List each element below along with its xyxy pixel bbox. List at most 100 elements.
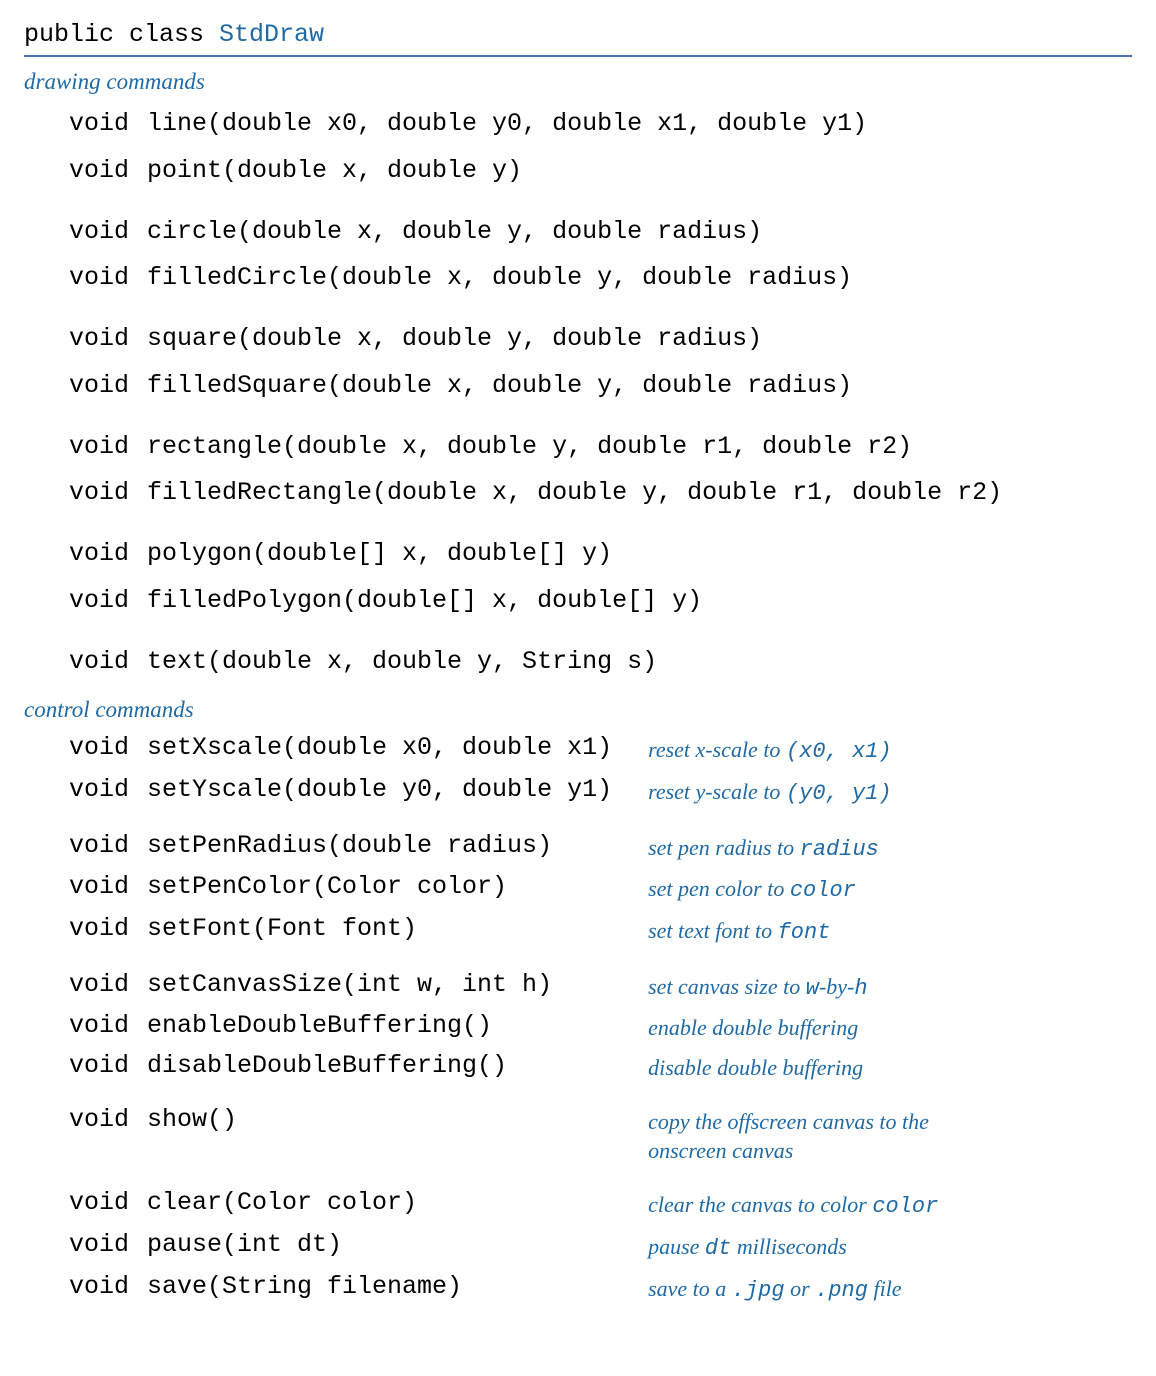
method-signature: setFont(Font font) bbox=[147, 914, 417, 943]
method-signature: point(double x, double y) bbox=[147, 152, 522, 191]
method-signature: save(String filename) bbox=[147, 1272, 462, 1301]
inline-code: font bbox=[778, 920, 831, 945]
return-type: void bbox=[24, 733, 147, 762]
method-description: copy the offscreen canvas to the onscree… bbox=[612, 1101, 978, 1170]
return-type: void bbox=[24, 775, 147, 804]
method-description: disable double buffering bbox=[612, 1047, 978, 1087]
inline-code: dt bbox=[705, 1236, 731, 1261]
section-label-drawing: drawing commands bbox=[24, 69, 1132, 95]
method-row: voidline(double x0, double y0, double x1… bbox=[24, 101, 1132, 148]
method-description: reset x-scale to (x0, x1) bbox=[612, 729, 978, 771]
method-signature: setXscale(double x0, double x1) bbox=[147, 733, 612, 762]
return-type: void bbox=[24, 1188, 147, 1217]
return-type: void bbox=[24, 1011, 147, 1040]
method-signature: filledSquare(double x, double y, double … bbox=[147, 367, 852, 406]
method-signature: disableDoubleBuffering() bbox=[147, 1051, 507, 1080]
method-signature: filledPolygon(double[] x, double[] y) bbox=[147, 582, 702, 621]
gap-row bbox=[24, 813, 1132, 827]
inline-code: h bbox=[854, 976, 867, 1001]
method-description: clear the canvas to color color bbox=[612, 1184, 978, 1226]
return-type: void bbox=[24, 474, 147, 513]
method-row: voidsquare(double x, double y, double ra… bbox=[24, 316, 1132, 363]
method-row: voidpause(int dt) bbox=[24, 1226, 612, 1268]
inline-code: .jpg bbox=[732, 1278, 785, 1303]
method-signature: square(double x, double y, double radius… bbox=[147, 320, 762, 359]
return-type: void bbox=[24, 1230, 147, 1259]
method-row: voidsetPenColor(Color color) bbox=[24, 868, 612, 910]
class-name: StdDraw bbox=[219, 20, 324, 49]
method-signature: setPenColor(Color color) bbox=[147, 872, 507, 901]
method-signature: filledRectangle(double x, double y, doub… bbox=[147, 474, 1002, 513]
method-description: enable double buffering bbox=[612, 1007, 978, 1047]
gap-row bbox=[24, 302, 1132, 316]
inline-code: (x0, x1) bbox=[786, 739, 892, 764]
control-commands-list: voidsetXscale(double x0, double x1)reset… bbox=[24, 729, 1132, 1309]
class-keyword: public class bbox=[24, 20, 219, 49]
method-description: save to a .jpg or .png file bbox=[612, 1268, 978, 1310]
method-signature: setYscale(double y0, double y1) bbox=[147, 775, 612, 804]
method-row: voidsetXscale(double x0, double x1) bbox=[24, 729, 612, 771]
method-signature: polygon(double[] x, double[] y) bbox=[147, 535, 612, 574]
method-row: voiddisableDoubleBuffering() bbox=[24, 1047, 612, 1087]
method-signature: line(double x0, double y0, double x1, do… bbox=[147, 105, 867, 144]
method-signature: rectangle(double x, double y, double r1,… bbox=[147, 428, 912, 467]
return-type: void bbox=[24, 213, 147, 252]
return-type: void bbox=[24, 582, 147, 621]
method-row: voidsetYscale(double y0, double y1) bbox=[24, 771, 612, 813]
method-row: voidpoint(double x, double y) bbox=[24, 148, 1132, 195]
gap-row bbox=[24, 195, 1132, 209]
return-type: void bbox=[24, 428, 147, 467]
method-description: set pen radius to radius bbox=[612, 827, 978, 869]
gap-row bbox=[24, 625, 1132, 639]
return-type: void bbox=[24, 152, 147, 191]
return-type: void bbox=[24, 914, 147, 943]
return-type: void bbox=[24, 1105, 147, 1134]
method-row: voidcircle(double x, double y, double ra… bbox=[24, 209, 1132, 256]
method-row: voidfilledCircle(double x, double y, dou… bbox=[24, 255, 1132, 302]
return-type: void bbox=[24, 259, 147, 298]
method-signature: circle(double x, double y, double radius… bbox=[147, 213, 762, 252]
method-row: voidclear(Color color) bbox=[24, 1184, 612, 1226]
method-row: voidsetPenRadius(double radius) bbox=[24, 827, 612, 869]
gap-row bbox=[24, 1170, 1132, 1184]
method-row: voidfilledPolygon(double[] x, double[] y… bbox=[24, 578, 1132, 625]
return-type: void bbox=[24, 535, 147, 574]
method-signature: pause(int dt) bbox=[147, 1230, 342, 1259]
method-signature: show() bbox=[147, 1105, 237, 1134]
return-type: void bbox=[24, 320, 147, 359]
method-row: voidtext(double x, double y, String s) bbox=[24, 639, 1132, 686]
return-type: void bbox=[24, 970, 147, 999]
return-type: void bbox=[24, 1272, 147, 1301]
method-row: voidsave(String filename) bbox=[24, 1268, 612, 1310]
method-row: voidsetFont(Font font) bbox=[24, 910, 612, 952]
method-signature: setPenRadius(double radius) bbox=[147, 831, 552, 860]
gap-row bbox=[24, 517, 1132, 531]
gap-row bbox=[24, 410, 1132, 424]
gap-row bbox=[24, 952, 1132, 966]
method-signature: filledCircle(double x, double y, double … bbox=[147, 259, 852, 298]
method-description: pause dt milliseconds bbox=[612, 1226, 978, 1268]
inline-code: .png bbox=[815, 1278, 868, 1303]
method-row: voidsetCanvasSize(int w, int h) bbox=[24, 966, 612, 1008]
method-signature: enableDoubleBuffering() bbox=[147, 1011, 492, 1040]
section-label-control: control commands bbox=[24, 697, 1132, 723]
inline-code: color bbox=[872, 1194, 938, 1219]
method-description: reset y-scale to (y0, y1) bbox=[612, 771, 978, 813]
method-row: voidrectangle(double x, double y, double… bbox=[24, 424, 1132, 471]
gap-row bbox=[24, 1087, 1132, 1101]
method-description: set pen color to color bbox=[612, 868, 978, 910]
method-row: voidfilledRectangle(double x, double y, … bbox=[24, 470, 1132, 517]
return-type: void bbox=[24, 872, 147, 901]
method-signature: text(double x, double y, String s) bbox=[147, 643, 657, 682]
return-type: void bbox=[24, 367, 147, 406]
class-header: public class StdDraw bbox=[24, 20, 1132, 57]
return-type: void bbox=[24, 1051, 147, 1080]
drawing-commands-list: voidline(double x0, double y0, double x1… bbox=[24, 101, 1132, 685]
return-type: void bbox=[24, 105, 147, 144]
return-type: void bbox=[24, 831, 147, 860]
inline-code: radius bbox=[800, 837, 879, 862]
method-row: voidshow() bbox=[24, 1101, 612, 1170]
method-row: voidenableDoubleBuffering() bbox=[24, 1007, 612, 1047]
method-signature: setCanvasSize(int w, int h) bbox=[147, 970, 552, 999]
inline-code: w bbox=[806, 976, 819, 1001]
